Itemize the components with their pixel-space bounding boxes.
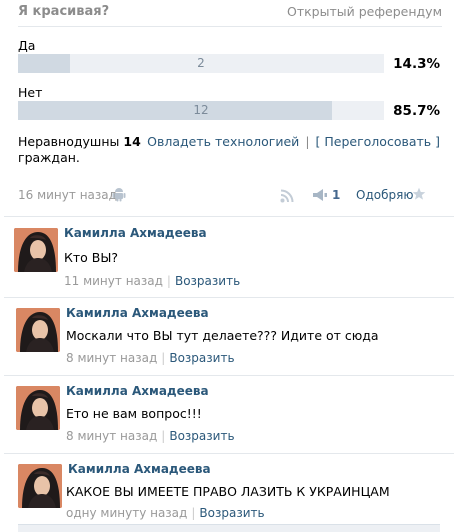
avatar[interactable] [16, 308, 60, 352]
comment-meta: одну минуту назад | Возразить [66, 506, 265, 520]
comment-author[interactable]: Камилла Ахмадеева [66, 384, 209, 398]
poll-option-bar[interactable]: 2 [18, 54, 384, 73]
avatar-picture [14, 228, 58, 272]
comment-time[interactable]: 8 минут назад [66, 429, 157, 443]
voters-suffix: граждан. [18, 150, 80, 165]
divider [4, 216, 454, 217]
avatar[interactable] [14, 228, 58, 272]
poll-option-bar[interactable]: 12 [18, 101, 384, 120]
comment-text: Ето не вам вопрос!!! [66, 406, 202, 421]
avatar-picture [18, 464, 62, 508]
comment-author[interactable]: Камилла Ахмадеева [68, 462, 211, 476]
comment-author[interactable]: Камилла Ахмадеева [64, 226, 207, 240]
voters-count: 14 [123, 134, 141, 149]
poll-option-label: Нет [18, 85, 43, 100]
comment-text: КАКОЕ ВЫ ИМЕЕТЕ ПРАВО ЛАЗИТЬ К УКРАИНЦАМ [66, 484, 390, 499]
comment-meta: 11 минут назад | Возразить [64, 274, 240, 288]
share-count: 1 [332, 188, 341, 202]
divider [4, 375, 454, 376]
rss-icon[interactable] [280, 189, 294, 203]
comment-time[interactable]: 8 минут назад [66, 351, 157, 365]
comment-meta: 8 минут назад | Возразить [66, 429, 235, 443]
comment: Камилла Ахмадеева Кто ВЫ? 11 минут назад… [0, 222, 458, 300]
comment-time[interactable]: одну минуту назад [66, 506, 187, 520]
like-button[interactable]: Одобряю [356, 188, 413, 202]
divider [4, 453, 454, 454]
comment-input[interactable] [18, 524, 440, 532]
separator: | [161, 429, 166, 443]
avatar-picture [16, 308, 60, 352]
poll-type: Открытый референдум [287, 4, 442, 19]
comment-text: Москали что ВЫ тут делаете??? Идите от с… [66, 328, 379, 343]
comment-meta: 8 минут назад | Возразить [66, 351, 235, 365]
poll-title: Я красивая? [18, 4, 110, 19]
share-icon[interactable] [312, 188, 328, 202]
poll-option-count: 12 [193, 103, 209, 117]
tech-link[interactable]: Овладеть технологией [147, 134, 299, 149]
poll-option-label: Да [18, 38, 36, 53]
reply-link[interactable]: Возразить [169, 429, 234, 443]
poll-option-percent: 14.3% [393, 56, 440, 72]
post-meta: 16 минут назад 1 Одобряю [18, 187, 440, 206]
avatar-picture [16, 386, 60, 430]
comment: Камилла Ахмадеева Москали что ВЫ тут дел… [0, 300, 458, 378]
comment: Камилла Ахмадеева КАКОЕ ВЫ ИМЕЕТЕ ПРАВО … [0, 456, 458, 532]
star-icon[interactable] [412, 187, 426, 201]
reply-link[interactable]: Возразить [175, 274, 240, 288]
poll-header: Я красивая? Открытый референдум [18, 4, 442, 22]
avatar[interactable] [16, 386, 60, 430]
comment-text: Кто ВЫ? [64, 250, 119, 265]
comment: Камилла Ахмадеева Ето не вам вопрос!!! 8… [0, 378, 458, 456]
poll-links: Овладеть технологией | [ Переголосовать ] [147, 134, 440, 149]
avatar[interactable] [18, 464, 62, 508]
separator: | [161, 351, 166, 365]
voters-prefix: Неравнодушны [18, 134, 120, 149]
separator: | [305, 134, 310, 149]
separator: | [166, 274, 171, 288]
comment-author[interactable]: Камилла Ахмадеева [66, 306, 209, 320]
reply-link[interactable]: Возразить [199, 506, 264, 520]
revote-link[interactable]: [ Переголосовать ] [316, 134, 440, 149]
divider [4, 297, 454, 298]
separator: | [191, 506, 196, 520]
voters-summary: Неравнодушны 14 граждан. [18, 134, 148, 166]
android-icon [112, 188, 126, 202]
reply-link[interactable]: Возразить [169, 351, 234, 365]
poll-option-count: 2 [197, 56, 205, 70]
comment-time[interactable]: 11 минут назад [64, 274, 163, 288]
divider [18, 26, 442, 27]
poll-option-percent: 85.7% [393, 103, 440, 119]
post-time[interactable]: 16 минут назад [18, 188, 117, 202]
